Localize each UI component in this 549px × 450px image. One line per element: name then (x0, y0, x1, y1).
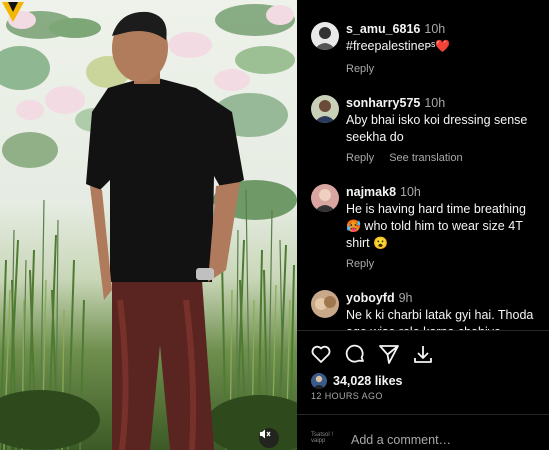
comment-time: 9h (398, 291, 413, 305)
speaker-muted-icon (260, 429, 271, 439)
share-button[interactable] (377, 342, 401, 366)
mute-button[interactable] (259, 428, 279, 448)
comment-actions: Reply (346, 258, 386, 270)
emoji-picker-button[interactable]: Tsatsol ! vaipp (311, 432, 341, 446)
divider (297, 414, 549, 415)
comment-actions: Reply See translation (346, 152, 475, 164)
post-actions-bar (309, 342, 539, 366)
comment-username[interactable]: najmak8 10h (346, 185, 421, 199)
hot-face-emoji: 🥵 (346, 219, 361, 233)
post-timestamp: 12 HOURS AGO (311, 391, 383, 401)
post-side-panel: s_amu_6816 10h #freepalestineᴘˢ❤️ Reply s… (297, 0, 549, 450)
comment-text: Ne k ki charbi latak gyi hai. Thoda age … (346, 308, 534, 330)
post-media[interactable] (0, 0, 297, 450)
heart-icon (311, 345, 331, 363)
comment-username[interactable]: yoboyfd 9h (346, 291, 413, 305)
comment-username[interactable]: sonharry575 10h (346, 96, 445, 110)
comment-text: #freepalestineᴘˢ❤️ (346, 39, 451, 53)
reply-button[interactable]: Reply (346, 258, 374, 270)
avatar[interactable] (311, 290, 339, 318)
comment-time: 10h (400, 185, 421, 199)
comments-list[interactable]: s_amu_6816 10h #freepalestineᴘˢ❤️ Reply s… (297, 0, 549, 330)
comment-actions: Reply (346, 63, 386, 75)
comment-time: 10h (424, 96, 446, 110)
avatar[interactable] (311, 22, 339, 50)
comment-button[interactable] (343, 342, 367, 366)
send-icon (379, 345, 399, 364)
avatar[interactable] (311, 95, 339, 123)
reply-button[interactable]: Reply (346, 152, 374, 164)
open-mouth-emoji: 😮 (373, 236, 389, 250)
avatar[interactable] (311, 184, 339, 212)
likes-row[interactable]: 34,028 likes (311, 372, 403, 390)
see-translation-button[interactable]: See translation (389, 152, 462, 164)
comment-username[interactable]: s_amu_6816 10h (346, 22, 445, 36)
comment-icon (345, 344, 364, 363)
comment-text: He is having hard time breathing 🥵 who to… (346, 202, 526, 250)
download-icon (414, 346, 432, 363)
comment-time: 10h (424, 22, 446, 36)
comment-text: Aby bhai isko koi dressing sense seekha … (346, 113, 528, 144)
likes-count[interactable]: 34,028 likes (333, 374, 403, 388)
avatar (311, 373, 327, 389)
post-photo (0, 4, 297, 450)
reply-button[interactable]: Reply (346, 63, 374, 75)
add-comment-input[interactable]: Add a comment… (351, 433, 451, 447)
watermark-logo (2, 2, 24, 22)
like-button[interactable] (309, 342, 333, 366)
download-button[interactable] (411, 342, 435, 366)
red-heart-emoji: ❤️ (435, 39, 451, 53)
divider (297, 330, 549, 331)
